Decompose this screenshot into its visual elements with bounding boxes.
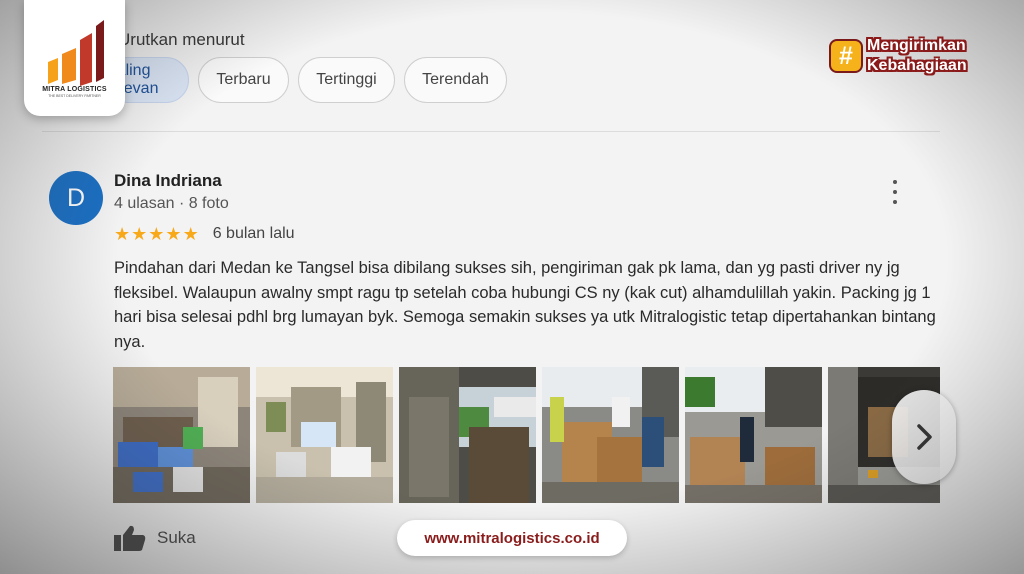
star-icon: ★ — [148, 224, 165, 244]
rating-row: ★ ★ ★ ★ ★ 6 bulan lalu — [114, 224, 295, 244]
more-options-icon[interactable] — [884, 180, 906, 204]
divider — [42, 131, 940, 132]
like-label: Suka — [157, 528, 196, 547]
review-time: 6 bulan lalu — [212, 225, 295, 242]
photo-boxes-hallway[interactable] — [256, 367, 393, 503]
photo-warehouse-door[interactable] — [399, 367, 536, 503]
hashtag-icon: # — [829, 39, 863, 73]
sort-label: Urutkan menurut — [118, 30, 245, 49]
like-button[interactable]: Suka — [113, 524, 196, 552]
brand-logo: MITRA LOGISTICS THE BEST DELIVERY PARTNE… — [24, 0, 125, 116]
photo-crates-yard[interactable] — [685, 367, 822, 503]
photo-boxes-room[interactable] — [113, 367, 250, 503]
thumbs-up-icon — [114, 525, 146, 551]
chip-lowest[interactable]: Terendah — [404, 57, 507, 103]
photo-boxes-hallway-image — [256, 367, 393, 503]
star-rating: ★ ★ ★ ★ ★ — [114, 224, 199, 244]
logo-tagline: THE BEST DELIVERY PARTNER — [48, 94, 101, 98]
star-icon: ★ — [131, 224, 148, 244]
photo-workers-crates[interactable] — [542, 367, 679, 503]
star-icon: ★ — [165, 224, 182, 244]
hashtag-line1: Mengirimkan — [867, 37, 966, 54]
logo-bars-icon — [48, 20, 104, 86]
sort-chips: Paling relevan Terbaru Tertinggi Terenda… — [105, 57, 507, 103]
review-text: Pindahan dari Medan ke Tangsel bisa dibi… — [114, 259, 936, 351]
brand-hashtag: # Mengirimkan Kebahagiaan — [829, 36, 967, 76]
photo-crates-yard-image — [685, 367, 822, 503]
logo-name: MITRA LOGISTICS — [42, 86, 107, 93]
chevron-right-icon — [917, 424, 932, 450]
hashtag-line2: Kebahagiaan — [867, 57, 967, 74]
chip-newest[interactable]: Terbaru — [198, 57, 289, 103]
star-icon: ★ — [114, 224, 131, 244]
avatar[interactable]: D — [49, 171, 103, 225]
photo-boxes-room-image — [113, 367, 250, 503]
photo-warehouse-door-image — [399, 367, 536, 503]
next-photo-button[interactable] — [892, 390, 956, 484]
website-pill: www.mitralogistics.co.id — [397, 520, 627, 556]
photo-strip — [113, 367, 940, 503]
reviewer-name[interactable]: Dina Indriana — [114, 171, 222, 191]
chip-highest[interactable]: Tertinggi — [298, 57, 395, 103]
photo-workers-crates-image — [542, 367, 679, 503]
star-icon: ★ — [182, 224, 199, 244]
reviewer-meta: 4 ulasan · 8 foto — [114, 195, 229, 212]
